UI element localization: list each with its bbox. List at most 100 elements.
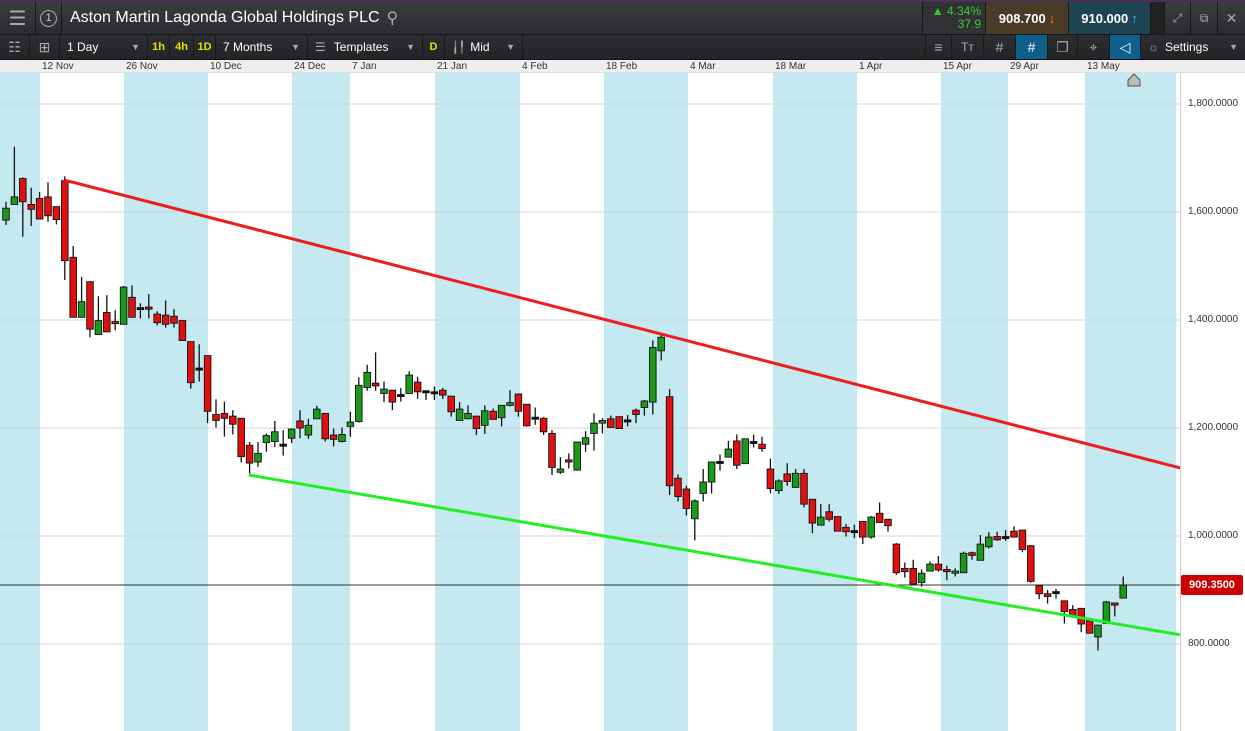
candle-body bbox=[548, 432, 556, 468]
candle-body bbox=[136, 307, 145, 311]
crosshair-icon[interactable]: ⌖ bbox=[1078, 35, 1110, 59]
candle-body bbox=[111, 321, 119, 325]
chevron-down-icon: ▼ bbox=[406, 42, 415, 52]
depth-bar-icon bbox=[1151, 2, 1165, 34]
price-chart[interactable] bbox=[0, 0, 1245, 731]
candle-body bbox=[825, 511, 833, 520]
candle-body bbox=[783, 473, 791, 482]
buy-button[interactable]: 910.000 ↑ bbox=[1069, 2, 1151, 34]
grid-icon[interactable]: # bbox=[984, 35, 1016, 59]
candle-body bbox=[901, 567, 909, 573]
interval-dropdown[interactable]: 1 Day ▼ bbox=[60, 35, 148, 59]
popout-icon[interactable]: ⧉ bbox=[1191, 2, 1218, 34]
candle-body bbox=[884, 518, 892, 527]
current-price-tag: 909.3500 bbox=[1181, 574, 1243, 595]
menu-icon[interactable]: ☰ bbox=[0, 2, 36, 34]
list-icon[interactable]: ☷ bbox=[0, 35, 30, 59]
candle-body bbox=[959, 552, 968, 574]
templates-label: Templates bbox=[333, 40, 389, 54]
candle-body bbox=[724, 448, 733, 458]
candle-body bbox=[44, 196, 52, 217]
layout-number-button[interactable]: 1 bbox=[36, 2, 62, 34]
candle-body bbox=[128, 296, 136, 318]
candle-body bbox=[523, 403, 531, 427]
candle-body bbox=[1119, 584, 1127, 599]
candle-body bbox=[2, 207, 10, 221]
settings-dropdown[interactable]: ☼ Settings ▼ bbox=[1141, 35, 1245, 59]
candle-body bbox=[943, 569, 951, 573]
candle-body bbox=[665, 396, 674, 487]
candle-body bbox=[1060, 600, 1069, 613]
gear-icon: ☼ bbox=[1148, 40, 1159, 54]
candle-body bbox=[195, 367, 203, 371]
date-tick-label: 4 Mar bbox=[690, 61, 716, 72]
price-tick-label: 1,400.0000 bbox=[1188, 314, 1239, 325]
candle-body bbox=[1111, 602, 1119, 606]
candle-body bbox=[61, 180, 69, 262]
candle-body bbox=[287, 428, 296, 439]
sell-price: 908.700 bbox=[998, 10, 1046, 26]
candle-body bbox=[187, 341, 195, 384]
sell-button[interactable]: 908.700 ↓ bbox=[986, 2, 1069, 34]
price-label-icon[interactable]: ◁ bbox=[1110, 35, 1141, 59]
interval-4h-button[interactable]: 4h bbox=[170, 35, 194, 59]
candle-body bbox=[338, 434, 346, 442]
layout-number: 1 bbox=[40, 9, 57, 27]
interval-1h-button[interactable]: 1h bbox=[148, 35, 170, 59]
candle-body bbox=[422, 390, 430, 394]
candle-body bbox=[926, 563, 934, 572]
support-trendline bbox=[248, 473, 1181, 637]
period-band bbox=[292, 73, 350, 731]
candle-body bbox=[800, 472, 808, 505]
candle-body bbox=[19, 178, 27, 203]
grid-draw-icon[interactable]: # bbox=[1016, 35, 1048, 59]
range-dropdown[interactable]: 7 Months ▼ bbox=[216, 35, 308, 59]
candle-body bbox=[321, 412, 329, 440]
maximize-icon[interactable]: ⤢ bbox=[1165, 2, 1191, 34]
search-icon[interactable]: ⚲ bbox=[387, 8, 399, 28]
overlay-icon[interactable]: ❐ bbox=[1048, 35, 1078, 59]
candle-body bbox=[119, 286, 128, 325]
candle-body bbox=[892, 543, 901, 574]
candle-body bbox=[514, 393, 523, 412]
up-arrow-icon: ↑ bbox=[1131, 10, 1138, 26]
templates-dropdown[interactable]: ☰ Templates ▼ bbox=[308, 35, 423, 59]
price-tick-label: 1,600.0000 bbox=[1188, 206, 1239, 217]
candle-body bbox=[313, 408, 321, 420]
candle-body bbox=[1027, 545, 1035, 582]
d-button[interactable]: D bbox=[423, 35, 445, 59]
price-axis[interactable]: 1,800.0000 1,600.0000 1,400.0000 1,200.0000… bbox=[1180, 73, 1245, 731]
date-tick-label: 21 Jan bbox=[437, 61, 468, 72]
candle-body bbox=[304, 424, 313, 436]
candle-body bbox=[640, 400, 649, 408]
candle-body bbox=[934, 563, 943, 571]
candle-body bbox=[1035, 585, 1043, 595]
candle-body bbox=[775, 480, 783, 492]
chevron-down-icon: ▼ bbox=[291, 42, 300, 52]
interval-1d-button[interactable]: 1D bbox=[194, 35, 216, 59]
layout-grid-icon[interactable]: ⊞ bbox=[30, 35, 60, 59]
candle-body bbox=[716, 461, 724, 464]
candle-body bbox=[52, 206, 61, 221]
price-type-dropdown[interactable]: ╽╿ Mid ▼ bbox=[445, 35, 523, 59]
instrument-title: Aston Martin Lagonda Global Holdings PLC bbox=[70, 9, 380, 26]
candle-body bbox=[77, 301, 86, 318]
price-scale-icon[interactable]: ≡ bbox=[925, 35, 952, 59]
price-tick-label: 1,800.0000 bbox=[1188, 98, 1239, 109]
price-change: ▲ 4.34% 37.9 bbox=[922, 2, 986, 34]
close-icon[interactable]: ✕ bbox=[1218, 2, 1245, 34]
instrument-title-area[interactable]: Aston Martin Lagonda Global Holdings PLC… bbox=[62, 2, 398, 34]
candle-body bbox=[203, 355, 212, 412]
candle-body bbox=[632, 409, 640, 415]
chevron-down-icon: ▼ bbox=[1229, 42, 1238, 52]
candle-body bbox=[968, 552, 976, 556]
candle-body bbox=[581, 437, 590, 445]
candle-body bbox=[363, 371, 371, 388]
candle-body bbox=[271, 431, 279, 442]
candle-body bbox=[262, 435, 271, 444]
candle-body bbox=[699, 481, 707, 494]
text-size-icon[interactable]: Tт bbox=[952, 35, 984, 59]
candle-body bbox=[170, 315, 178, 324]
candle-body bbox=[489, 410, 497, 420]
candle-body bbox=[607, 418, 615, 428]
